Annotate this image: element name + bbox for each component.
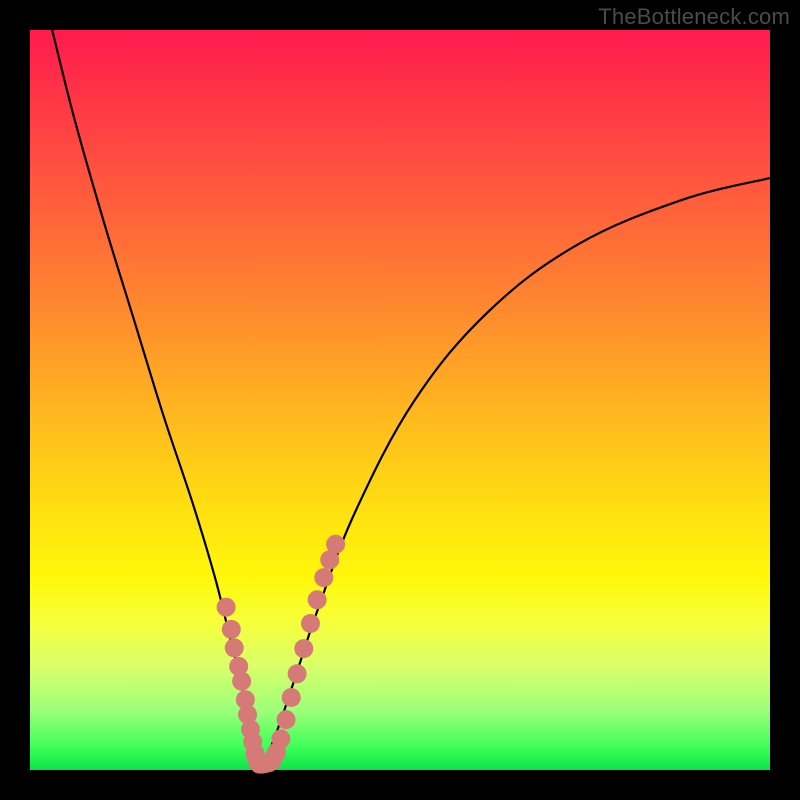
scatter-dot	[222, 620, 241, 639]
scatter-dot	[294, 639, 313, 658]
scatter-dot	[301, 614, 320, 633]
scatter-dot	[288, 664, 307, 683]
curve-right-branch	[263, 178, 770, 763]
scatter-dot	[282, 688, 301, 707]
scatter-dot	[225, 638, 244, 657]
curve-svg	[30, 30, 770, 770]
scatter-dot	[271, 729, 290, 748]
scatter-dot	[308, 590, 327, 609]
curve-left-branch	[52, 30, 256, 763]
scatter-dot	[314, 568, 333, 587]
scatter-dot	[217, 598, 236, 617]
scatter-dot	[232, 672, 251, 691]
plot-area	[30, 30, 770, 770]
scatter-dot	[326, 535, 345, 554]
scatter-dot	[277, 710, 296, 729]
watermark-text: TheBottleneck.com	[598, 4, 790, 30]
outer-frame: TheBottleneck.com	[0, 0, 800, 800]
scatter-dots	[217, 535, 346, 774]
